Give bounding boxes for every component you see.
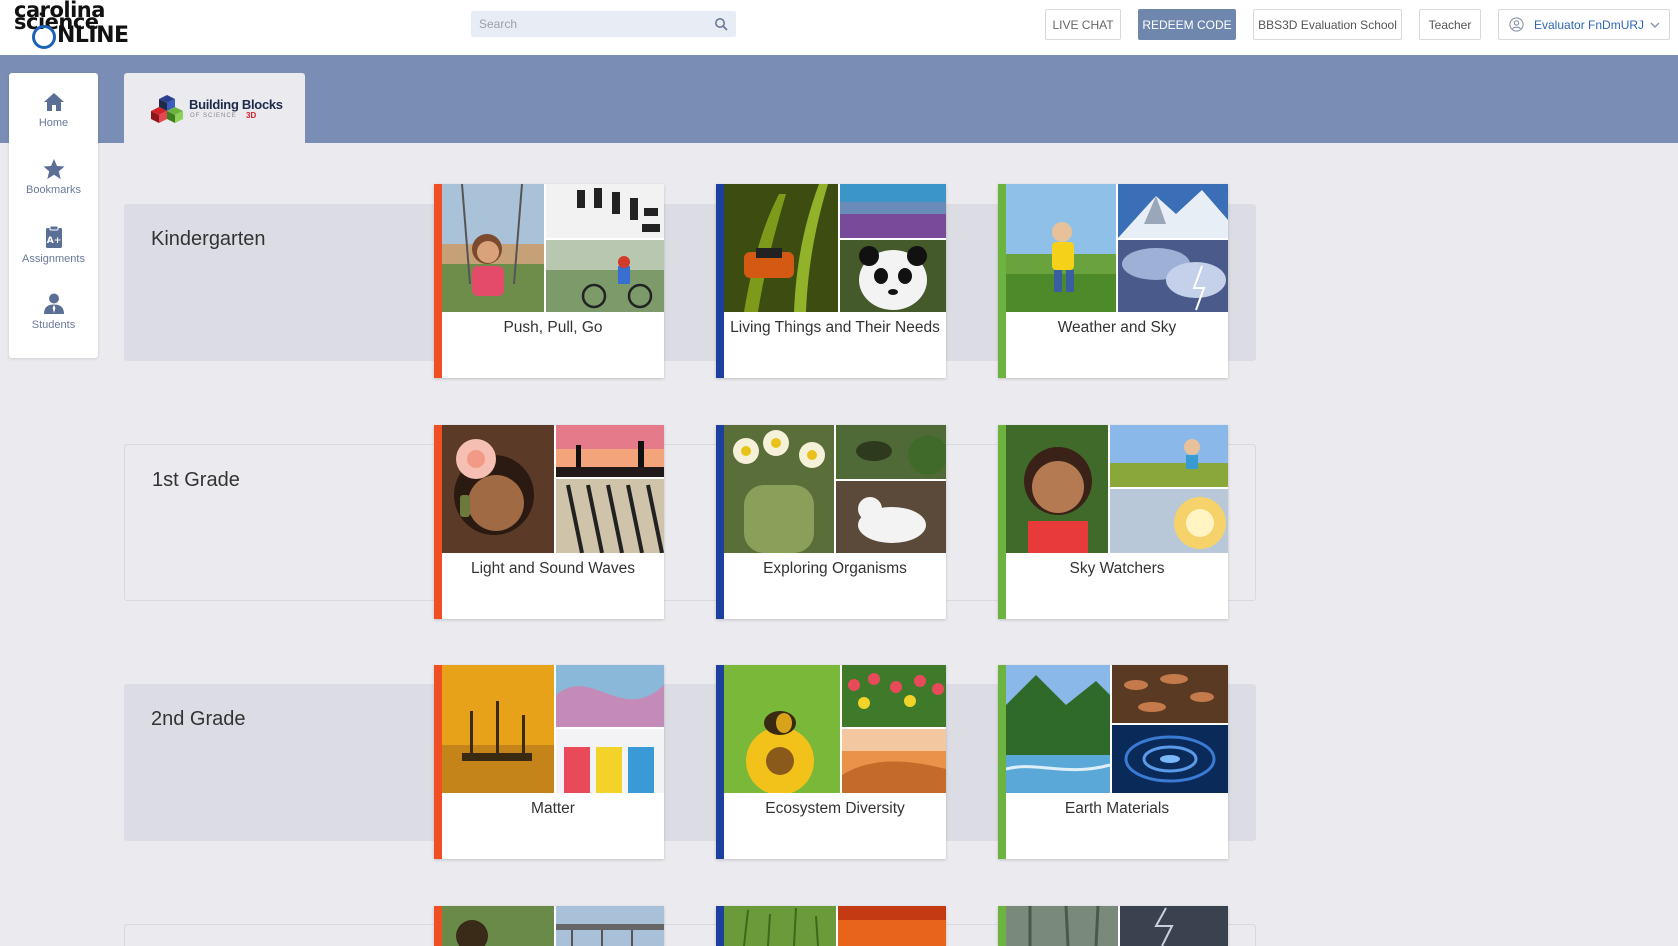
unit-card-matter[interactable]: Matter (434, 665, 664, 859)
sidebar-item-label: Bookmarks (25, 184, 82, 196)
sidebar-item-label: Home (38, 117, 69, 129)
unit-collage-image (442, 184, 664, 312)
unit-card-weather-and-sky[interactable]: Weather and Sky (998, 184, 1228, 378)
earth-science-stripe (998, 425, 1006, 619)
unit-collage-image (724, 906, 946, 946)
unit-card-ecosystem-diversity[interactable]: Ecosystem Diversity (716, 665, 946, 859)
sidebar-item-home[interactable]: Home (9, 91, 98, 151)
logo-text-online: NLINE (57, 23, 129, 48)
unit-collage-image (724, 184, 946, 312)
star-icon (43, 159, 64, 179)
tab-building-blocks[interactable]: Building Blocks OF SCIENCE 3D (124, 73, 305, 143)
student-icon (43, 293, 64, 314)
sidebar-item-bookmarks[interactable]: Bookmarks (9, 158, 98, 218)
search-box (471, 11, 736, 37)
physical-science-stripe (434, 184, 442, 378)
physical-science-stripe (434, 425, 442, 619)
top-bar: carolina science NLINE LIVE CHAT REDEEM … (0, 0, 1678, 55)
clipboard-icon: A+ (45, 225, 62, 248)
search-input[interactable] (471, 11, 701, 37)
school-selector[interactable]: BBS3D Evaluation School (1253, 9, 1402, 40)
product-title: Building Blocks (189, 97, 283, 112)
life-science-stripe (716, 665, 724, 859)
unit-title: Sky Watchers (1069, 560, 1165, 577)
unit-collage-image (1006, 906, 1228, 946)
physical-science-stripe (434, 906, 442, 946)
unit-card-earth-materials[interactable]: Earth Materials (998, 665, 1228, 859)
logo-o-ring-icon (32, 25, 56, 49)
life-science-stripe (716, 184, 724, 378)
unit-title: Living Things and Their Needs (730, 319, 940, 336)
life-science-stripe (716, 425, 724, 619)
earth-science-stripe (998, 906, 1006, 946)
unit-collage-image (724, 425, 946, 553)
chevron-down-icon (1650, 22, 1660, 28)
role-selector[interactable]: Teacher (1419, 9, 1481, 40)
unit-title: Weather and Sky (1057, 319, 1177, 336)
unit-title: Exploring Organisms (763, 560, 907, 577)
search-icon[interactable] (714, 17, 728, 31)
user-name: Evaluator FnDmURJ (1534, 17, 1645, 32)
sidebar-nav: Home Bookmarks A+ Assignments Students (9, 73, 98, 358)
grade-label: 1st Grade (152, 469, 240, 491)
unit-card-push-pull-go[interactable]: Push, Pull, Go (434, 184, 664, 378)
carolina-science-online-logo[interactable]: carolina science NLINE (12, 0, 148, 49)
grade-label: 2nd Grade (151, 708, 246, 730)
unit-card-partial[interactable] (434, 906, 664, 946)
unit-card-light-and-sound-waves[interactable]: Light and Sound Waves (434, 425, 664, 619)
sidebar-item-label: Assignments (22, 253, 85, 265)
live-chat-button[interactable]: LIVE CHAT (1045, 9, 1121, 40)
unit-collage-image (1006, 425, 1228, 553)
svg-text:A+: A+ (46, 236, 61, 246)
unit-title: Matter (531, 800, 575, 817)
home-icon (43, 93, 64, 111)
building-blocks-cubes-icon (151, 95, 183, 123)
physical-science-stripe (434, 665, 442, 859)
unit-card-partial[interactable] (716, 906, 946, 946)
unit-card-living-things[interactable]: Living Things and Their Needs (716, 184, 946, 378)
product-3d-badge: 3D (246, 111, 257, 120)
user-menu[interactable]: Evaluator FnDmURJ (1498, 9, 1670, 40)
product-subtitle: OF SCIENCE (190, 113, 237, 119)
earth-science-stripe (998, 665, 1006, 859)
unit-collage-image (442, 425, 664, 553)
grade-label: Kindergarten (151, 228, 266, 250)
unit-collage-image (1006, 665, 1228, 793)
sidebar-item-assignments[interactable]: A+ Assignments (9, 225, 98, 285)
unit-title: Push, Pull, Go (503, 319, 603, 336)
unit-card-partial[interactable] (998, 906, 1228, 946)
unit-title: Ecosystem Diversity (765, 800, 905, 817)
earth-science-stripe (998, 184, 1006, 378)
life-science-stripe (716, 906, 724, 946)
sidebar-item-students[interactable]: Students (9, 291, 98, 351)
unit-card-exploring-organisms[interactable]: Exploring Organisms (716, 425, 946, 619)
unit-collage-image (1006, 184, 1228, 312)
user-circle-icon (1509, 17, 1524, 32)
unit-title: Earth Materials (1064, 800, 1170, 817)
unit-collage-image (724, 665, 946, 793)
redeem-code-button[interactable]: REDEEM CODE (1138, 9, 1236, 40)
unit-collage-image (442, 906, 664, 946)
unit-collage-image (442, 665, 664, 793)
unit-card-sky-watchers[interactable]: Sky Watchers (998, 425, 1228, 619)
unit-title: Light and Sound Waves (470, 560, 635, 577)
sidebar-item-label: Students (31, 319, 76, 331)
